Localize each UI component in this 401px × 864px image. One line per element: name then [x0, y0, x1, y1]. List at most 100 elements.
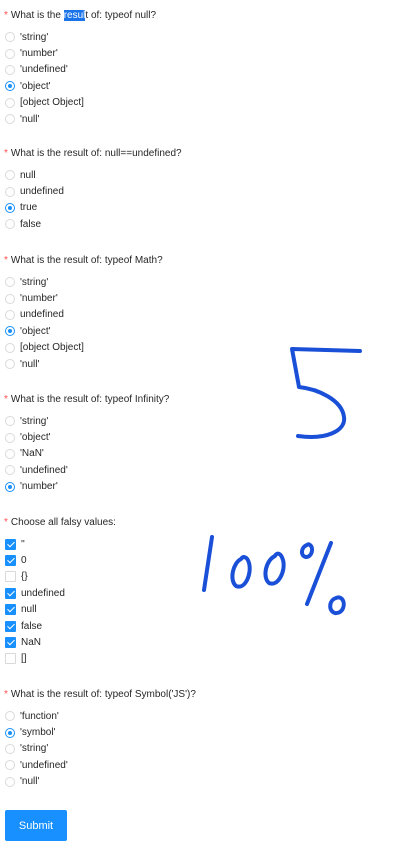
radio-option[interactable]: 'object'	[0, 323, 401, 339]
radio-button[interactable]	[5, 219, 15, 230]
checkbox-option[interactable]: {}	[0, 569, 401, 585]
option-label: 'object'	[20, 432, 51, 444]
option-label: true	[20, 202, 38, 214]
checkbox[interactable]	[5, 538, 16, 550]
required-mark: *	[4, 255, 8, 266]
radio-option[interactable]: 'number'	[0, 45, 401, 61]
radio-option[interactable]: 'string'	[0, 741, 401, 757]
checkbox[interactable]	[5, 604, 16, 616]
radio-option[interactable]: 'object'	[0, 78, 401, 94]
radio-button[interactable]	[5, 309, 15, 320]
checkbox-option[interactable]: undefined	[0, 585, 401, 601]
question-title: * What is the result of: typeof Infinity?	[0, 393, 401, 407]
question-text-part: t of: typeof null?	[85, 10, 157, 21]
radio-option[interactable]: 'number'	[0, 290, 401, 306]
radio-option[interactable]: undefined	[0, 183, 401, 199]
radio-option[interactable]: [object Object]	[0, 95, 401, 111]
option-label: 'object'	[20, 325, 51, 337]
option-label: 'null'	[20, 776, 40, 788]
checkbox[interactable]	[5, 587, 16, 599]
submit-button[interactable]: Submit	[5, 810, 67, 841]
question-text: What is the result of: null==undefined?	[10, 148, 182, 159]
checkbox-option[interactable]: []	[0, 651, 401, 667]
radio-button[interactable]	[5, 64, 15, 75]
option-label: 'function'	[20, 710, 59, 722]
radio-button[interactable]	[5, 416, 15, 427]
radio-button[interactable]	[5, 481, 15, 492]
option-list: null undefined true false	[0, 167, 401, 233]
radio-option[interactable]: 'null'	[0, 111, 401, 127]
radio-option[interactable]: 'string'	[0, 29, 401, 45]
radio-option[interactable]: false	[0, 216, 401, 232]
radio-button[interactable]	[5, 727, 15, 738]
radio-option[interactable]: 'undefined'	[0, 462, 401, 478]
radio-button[interactable]	[5, 342, 15, 353]
option-label: 'symbol'	[20, 727, 56, 739]
radio-button[interactable]	[5, 32, 15, 43]
radio-option[interactable]: 'function'	[0, 708, 401, 724]
radio-button[interactable]	[5, 432, 15, 443]
checkbox[interactable]	[5, 620, 16, 632]
required-mark: *	[4, 10, 8, 21]
option-label: false	[20, 218, 42, 230]
radio-option[interactable]: 'undefined'	[0, 757, 401, 773]
checkbox[interactable]	[5, 653, 16, 665]
radio-button[interactable]	[5, 202, 15, 213]
radio-option[interactable]: 'null'	[0, 356, 401, 372]
option-list: 'string' 'object' 'NaN' 'undefined' 'number'	[0, 413, 401, 495]
radio-button[interactable]	[5, 186, 15, 197]
radio-option[interactable]: true	[0, 200, 401, 216]
radio-button[interactable]	[5, 293, 15, 304]
radio-option[interactable]: 'number'	[0, 479, 401, 495]
radio-button[interactable]	[5, 170, 15, 181]
radio-button[interactable]	[5, 711, 15, 722]
radio-button[interactable]	[5, 776, 15, 787]
radio-option[interactable]: [object Object]	[0, 340, 401, 356]
radio-button[interactable]	[5, 359, 15, 370]
radio-option[interactable]: 'null'	[0, 774, 401, 790]
option-label: 'number'	[20, 481, 58, 493]
radio-option[interactable]: null	[0, 167, 401, 183]
checkbox-option[interactable]: ''	[0, 536, 401, 552]
checkbox-option[interactable]: null	[0, 602, 401, 618]
option-label: 'undefined'	[20, 64, 68, 76]
question-title: * Choose all falsy values:	[0, 516, 401, 530]
radio-button[interactable]	[5, 743, 15, 754]
radio-option[interactable]: 'string'	[0, 274, 401, 290]
required-mark: *	[4, 394, 8, 405]
radio-option[interactable]: 'undefined'	[0, 62, 401, 78]
radio-button[interactable]	[5, 465, 15, 476]
option-label: null	[21, 604, 37, 616]
radio-button[interactable]	[5, 448, 15, 459]
checkbox[interactable]	[5, 555, 16, 567]
radio-button[interactable]	[5, 97, 15, 108]
radio-button[interactable]	[5, 326, 15, 337]
question-text-part: What is the	[10, 10, 64, 21]
checkbox-option[interactable]: 0	[0, 552, 401, 568]
option-label: 'NaN'	[20, 448, 44, 460]
option-label: 0	[21, 555, 27, 567]
checkbox[interactable]	[5, 637, 16, 649]
checkbox[interactable]	[5, 571, 16, 583]
option-label: 'string'	[20, 415, 49, 427]
radio-button[interactable]	[5, 760, 15, 771]
radio-option[interactable]: 'NaN'	[0, 446, 401, 462]
option-label: [object Object]	[20, 342, 84, 354]
option-label: 'string'	[20, 743, 49, 755]
question-text: Choose all falsy values:	[10, 517, 116, 528]
radio-option[interactable]: undefined	[0, 307, 401, 323]
radio-button[interactable]	[5, 48, 15, 59]
required-mark: *	[4, 148, 8, 159]
option-label: 'string'	[20, 276, 49, 288]
checkbox-option[interactable]: false	[0, 618, 401, 634]
checkbox-option[interactable]: NaN	[0, 634, 401, 650]
radio-button[interactable]	[5, 81, 15, 92]
radio-button[interactable]	[5, 114, 15, 125]
option-label: 'object'	[20, 80, 51, 92]
radio-option[interactable]: 'object'	[0, 429, 401, 445]
radio-option[interactable]: 'symbol'	[0, 724, 401, 740]
option-label: []	[21, 653, 27, 665]
radio-option[interactable]: 'string'	[0, 413, 401, 429]
radio-button[interactable]	[5, 277, 15, 288]
selected-text-highlight: resul	[63, 10, 86, 21]
